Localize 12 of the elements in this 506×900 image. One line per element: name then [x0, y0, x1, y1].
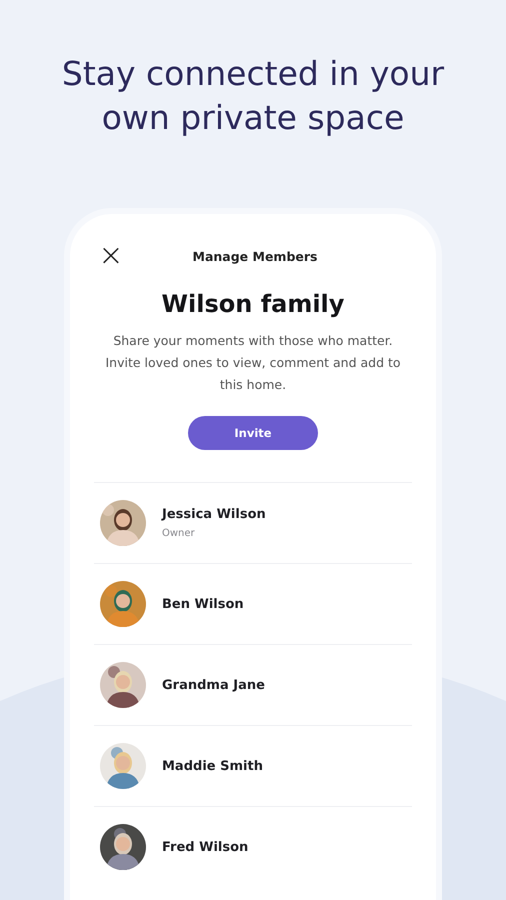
invite-button[interactable]: Invite — [188, 416, 318, 450]
member-name[interactable]: Fred Wilson — [162, 840, 248, 854]
member-name[interactable]: Grandma Jane — [162, 678, 265, 692]
group-name: Wilson family — [160, 290, 346, 318]
member-role: Owner — [162, 528, 196, 539]
member-name[interactable]: Jessica Wilson — [162, 507, 266, 522]
close-button[interactable]: × — [98, 241, 124, 271]
screen-title: Manage Members — [192, 248, 318, 264]
headline: Stay connected in your own private space — [60, 53, 446, 139]
member-name[interactable]: Ben Wilson — [162, 596, 244, 612]
group-description: Share your moments with those who matter. Invite loved ones to view, comment and add to this home. — [104, 332, 402, 394]
member-name[interactable]: Maddie Smith — [162, 758, 263, 774]
